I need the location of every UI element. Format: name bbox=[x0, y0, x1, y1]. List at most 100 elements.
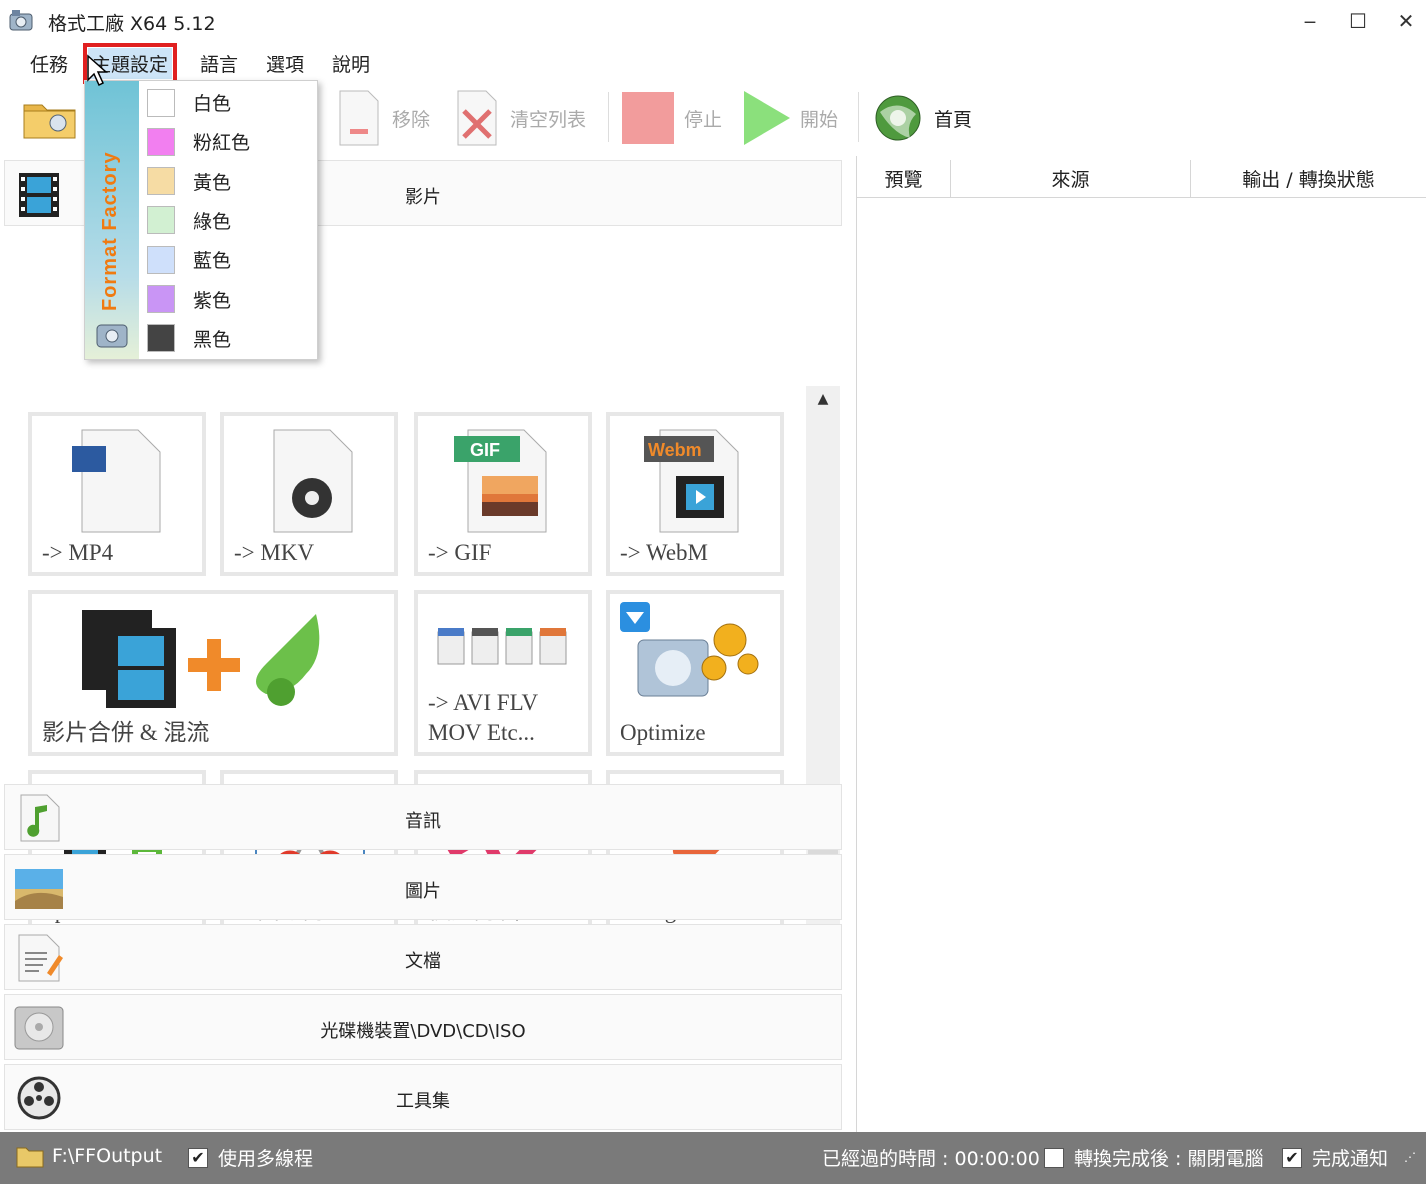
color-swatch-icon bbox=[147, 245, 175, 274]
category-image[interactable]: 圖片 bbox=[4, 854, 842, 920]
theme-menu-item[interactable]: 粉紅色 bbox=[139, 122, 317, 161]
theme-menu-item[interactable]: 黑色 bbox=[139, 319, 317, 358]
folder-icon bbox=[16, 1147, 44, 1168]
category-document-label: 文檔 bbox=[405, 951, 441, 972]
tile-avi-flv-mov[interactable]: -> AVI FLV MOV Etc... bbox=[414, 590, 592, 756]
category-audio[interactable]: 音訊 bbox=[4, 784, 842, 850]
tile-mkv-label: -> MKV bbox=[234, 540, 315, 565]
tile-gif-label: -> GIF bbox=[428, 540, 492, 565]
close-button[interactable]: ✕ bbox=[1386, 6, 1426, 36]
output-folder-link[interactable]: F:\FFOutput bbox=[16, 1144, 162, 1168]
status-bar: F:\FFOutput ✔ 使用多線程 已經過的時間 : 00:00:00 轉換… bbox=[0, 1132, 1426, 1184]
multithread-checkbox[interactable]: ✔ bbox=[188, 1147, 208, 1168]
menu-options[interactable]: 選項 bbox=[262, 48, 308, 79]
tile-mp4[interactable]: -> MP4 bbox=[28, 412, 206, 576]
remove-button[interactable]: 移除 bbox=[336, 80, 430, 156]
category-tools-label: 工具集 bbox=[396, 1091, 450, 1112]
clear-list-button[interactable]: 清空列表 bbox=[454, 80, 586, 156]
theme-menu-item[interactable]: 藍色 bbox=[139, 240, 317, 279]
output-folder-button[interactable] bbox=[22, 80, 78, 156]
menu-language[interactable]: 語言 bbox=[196, 48, 242, 79]
after-convert-option[interactable]: 轉換完成後 : 關閉電腦 bbox=[1044, 1144, 1263, 1171]
brand-text: Format Factory bbox=[99, 151, 121, 311]
tile-optimize[interactable]: Optimize bbox=[606, 590, 784, 756]
window-title: 格式工廠 X64 5.12 bbox=[48, 13, 216, 35]
category-rom-device[interactable]: 光碟機裝置\DVD\CD\ISO bbox=[4, 994, 842, 1060]
theme-menu-item[interactable]: 紫色 bbox=[139, 280, 317, 319]
gif-file-icon: GIF bbox=[454, 429, 547, 533]
task-list[interactable]: 預覽 來源 輸出 / 轉換狀態 bbox=[856, 156, 1426, 1132]
tile-gif[interactable]: GIF -> GIF bbox=[414, 412, 592, 576]
category-rom-device-label: 光碟機裝置\DVD\CD\ISO bbox=[320, 1021, 526, 1042]
menu-help[interactable]: 說明 bbox=[328, 48, 374, 79]
start-label: 開始 bbox=[800, 108, 839, 131]
column-header-source[interactable]: 來源 bbox=[951, 160, 1191, 198]
start-button[interactable]: 開始 bbox=[742, 80, 838, 156]
category-image-label: 圖片 bbox=[405, 881, 441, 902]
formats-icon bbox=[437, 628, 567, 665]
theme-menu-item-label: 綠色 bbox=[193, 210, 232, 233]
remove-label: 移除 bbox=[392, 108, 431, 131]
theme-menu-item-label: 紫色 bbox=[193, 289, 232, 312]
notify-option[interactable]: ✔ 完成通知 bbox=[1282, 1144, 1388, 1171]
toolbar-divider bbox=[608, 92, 609, 142]
tile-webm-label: -> WebM bbox=[620, 540, 708, 565]
column-header-preview[interactable]: 預覽 bbox=[857, 160, 951, 198]
column-header-output-status[interactable]: 輸出 / 轉換狀態 bbox=[1191, 160, 1426, 198]
output-folder-path: F:\FFOutput bbox=[52, 1145, 163, 1167]
category-document[interactable]: 文檔 bbox=[4, 924, 842, 990]
play-icon bbox=[744, 91, 790, 145]
tile-merge[interactable]: 影片合併 & 混流 bbox=[28, 590, 398, 756]
color-swatch-icon bbox=[147, 285, 175, 313]
app-logo-icon bbox=[96, 324, 128, 348]
theme-menu-item[interactable]: 白色 bbox=[139, 83, 317, 122]
toolbar-divider bbox=[858, 92, 859, 142]
category-tools[interactable]: 工具集 bbox=[4, 1064, 842, 1130]
theme-menu-item-label: 粉紅色 bbox=[193, 132, 251, 155]
merge-icon bbox=[82, 610, 320, 708]
remove-icon bbox=[339, 90, 379, 146]
minimize-button[interactable]: ‒ bbox=[1290, 6, 1330, 36]
multithread-label: 使用多線程 bbox=[218, 1148, 314, 1170]
elapsed-time-text: 已經過的時間 : 00:00:00 bbox=[822, 1148, 1040, 1170]
webm-file-icon: Webm bbox=[644, 429, 739, 533]
theme-menu-item-label: 黃色 bbox=[193, 171, 232, 194]
tile-webm[interactable]: Webm -> WebM bbox=[606, 412, 784, 576]
multithread-option[interactable]: ✔ 使用多線程 bbox=[188, 1144, 313, 1171]
notify-label: 完成通知 bbox=[1312, 1148, 1389, 1170]
category-audio-label: 音訊 bbox=[405, 811, 441, 832]
elapsed-time: 已經過的時間 : 00:00:00 bbox=[822, 1144, 1040, 1171]
tile-mkv[interactable]: -> MKV bbox=[220, 412, 398, 576]
app-icon bbox=[9, 10, 33, 31]
maximize-button[interactable]: ☐ bbox=[1338, 6, 1378, 36]
mouse-cursor-icon bbox=[87, 54, 108, 87]
tile-optimize-label: Optimize bbox=[620, 720, 706, 745]
gif-badge: GIF bbox=[470, 440, 500, 460]
notify-checkbox[interactable]: ✔ bbox=[1282, 1147, 1302, 1168]
color-swatch-icon bbox=[147, 127, 175, 156]
theme-menu-item[interactable]: 黃色 bbox=[139, 162, 317, 201]
tile-merge-label: 影片合併 & 混流 bbox=[42, 720, 210, 745]
stop-label: 停止 bbox=[684, 108, 723, 131]
color-swatch-icon bbox=[147, 167, 175, 196]
home-label: 首頁 bbox=[934, 108, 973, 131]
theme-menu-item-label: 白色 bbox=[193, 93, 232, 115]
tile-avi-flv-mov-label: -> AVI FLV MOV Etc... bbox=[428, 690, 539, 745]
after-convert-label: 轉換完成後 : 關閉電腦 bbox=[1074, 1148, 1264, 1170]
theme-menu-item[interactable]: 綠色 bbox=[139, 201, 317, 240]
optimize-icon bbox=[620, 602, 759, 697]
menu-task[interactable]: 任務 bbox=[26, 48, 72, 79]
color-swatch-icon bbox=[147, 324, 175, 353]
folder-icon bbox=[23, 104, 76, 139]
theme-menu-item-label: 藍色 bbox=[193, 250, 232, 273]
stop-button[interactable]: 停止 bbox=[622, 80, 722, 156]
mkv-file-icon bbox=[273, 429, 353, 533]
clear-list-label: 清空列表 bbox=[510, 108, 587, 131]
theme-menu-item-label: 黑色 bbox=[193, 328, 232, 351]
home-button[interactable]: 首頁 bbox=[872, 80, 972, 156]
after-convert-checkbox[interactable] bbox=[1044, 1147, 1064, 1168]
color-swatch-icon bbox=[147, 88, 175, 117]
scroll-up-arrow-icon[interactable]: ▲ bbox=[806, 386, 840, 412]
resize-grip-icon[interactable]: ⋰ bbox=[1404, 1150, 1416, 1164]
tile-mp4-label: -> MP4 bbox=[42, 540, 114, 565]
